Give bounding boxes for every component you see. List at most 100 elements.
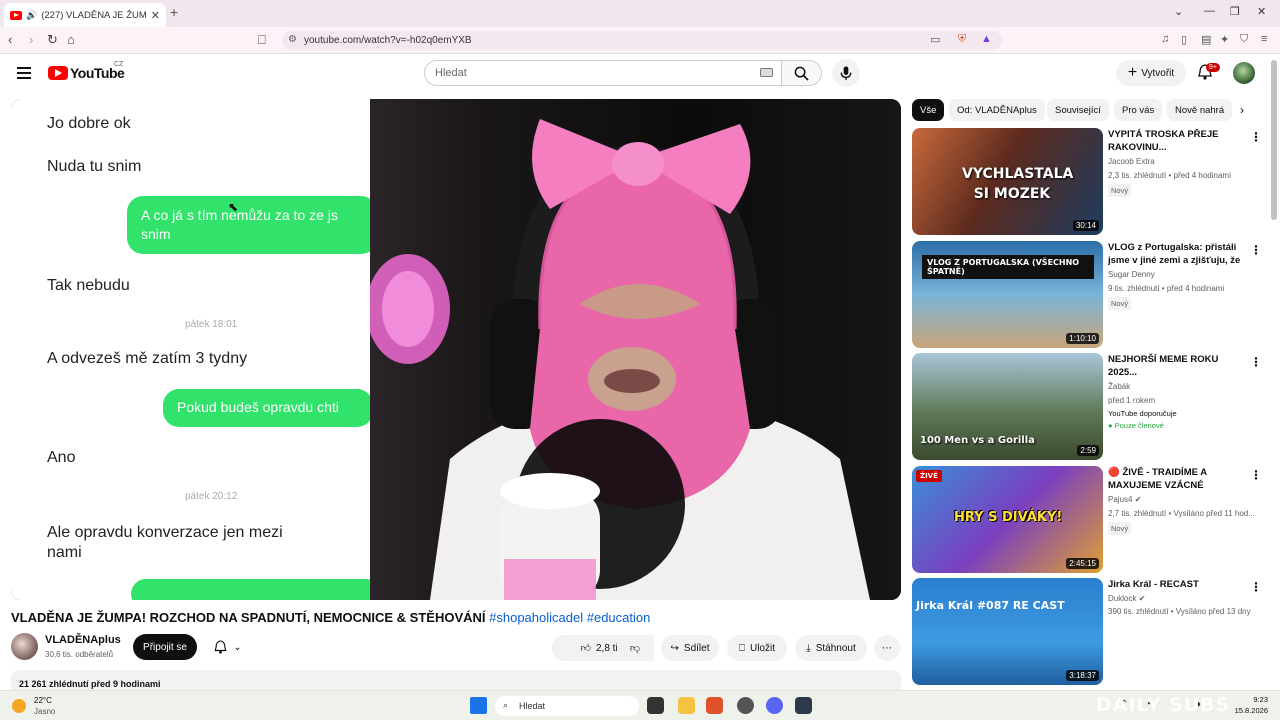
- task-view-icon[interactable]: [647, 697, 664, 714]
- notifications-toggle[interactable]: ⌄: [205, 634, 251, 660]
- channel-name[interactable]: Jacoob Extra: [1108, 157, 1155, 166]
- account-avatar[interactable]: [1233, 62, 1255, 84]
- chip-from-channel[interactable]: Od: VLADĚNAplus: [949, 99, 1045, 121]
- hashtag-link[interactable]: #education: [587, 610, 651, 625]
- forward-button[interactable]: ›: [29, 32, 33, 47]
- browser-tab[interactable]: 🔊 (227) VLADĚNA JE ŽUMPA! RO ✕: [4, 3, 166, 27]
- chip-all[interactable]: Vše: [912, 99, 945, 121]
- members-only-text: Pouze členové: [1114, 421, 1164, 430]
- video-title: VLOG z Portugalska: přistáli jsme v jiné…: [1108, 242, 1241, 266]
- taskbar-search[interactable]: ⌕ Hledat: [495, 696, 639, 716]
- more-actions-button[interactable]: ⋯: [874, 635, 900, 661]
- sidebar-icon[interactable]: ▯: [1181, 33, 1187, 46]
- search-button[interactable]: [782, 60, 822, 86]
- recommendation-item[interactable]: VLOG Z PORTUGALSKA (VŠECHNO ŠPATNĚ) 1:10…: [912, 241, 1262, 348]
- chip-related[interactable]: Související: [1047, 99, 1109, 121]
- create-button[interactable]: + Vytvořit: [1116, 60, 1186, 86]
- more-vert-icon[interactable]: ⋮: [1250, 468, 1262, 482]
- recommendation-item[interactable]: 100 Men vs a Gorilla 2:59 NEJHORŠÍ MEME …: [912, 353, 1262, 460]
- close-tab-icon[interactable]: ✕: [151, 9, 160, 22]
- channel-name[interactable]: VLADĚNAplus: [45, 634, 121, 646]
- stream-watermark: DAILY SUBS: [1096, 694, 1231, 716]
- cast-icon[interactable]: ▭: [930, 33, 940, 46]
- channel-name[interactable]: Duklock ✔: [1108, 594, 1145, 603]
- chat-message: Ale opravdu konverzace jen mezi nami: [47, 524, 283, 561]
- channel-name[interactable]: Sugar Denny: [1108, 270, 1155, 279]
- download-button[interactable]: ⤓ Stáhnout: [795, 635, 867, 661]
- site-info-icon[interactable]: ⚙: [288, 34, 297, 45]
- video-duration: 2:45:15: [1066, 558, 1099, 569]
- chip-recently-uploaded[interactable]: Nově nahrá: [1167, 99, 1233, 121]
- chip-for-you[interactable]: Pro vás: [1114, 99, 1163, 121]
- new-tab-button[interactable]: +: [170, 4, 178, 20]
- recommendation-item[interactable]: ŽIVĚ HRY S DIVÁKY! 2:45:15 🔴 ŽIVĚ - TRAI…: [912, 466, 1262, 573]
- video-meta: před 1 rokem: [1108, 396, 1156, 405]
- discord-icon[interactable]: [766, 697, 783, 714]
- clock[interactable]: 9:23 15.8.2026: [1226, 694, 1268, 716]
- speaker-icon[interactable]: 🔊: [26, 10, 37, 21]
- more-vert-icon[interactable]: ⋮: [1250, 355, 1262, 369]
- youtube-logo[interactable]: YouTube CZ: [48, 61, 125, 81]
- verified-icon: ✔: [1134, 495, 1142, 504]
- app-icon[interactable]: [737, 697, 754, 714]
- search-icon: [794, 66, 809, 81]
- home-icon[interactable]: ⌂: [67, 32, 75, 47]
- share-icon: ↪: [670, 642, 679, 654]
- verified-icon: ✔: [1138, 594, 1146, 603]
- bookmark-icon[interactable]: ⎕: [258, 32, 266, 48]
- hashtag-link[interactable]: #shopaholicadel: [489, 610, 583, 625]
- brave-shield-icon[interactable]: ⛨: [958, 33, 966, 46]
- recommended-label: YouTube doporučuje: [1108, 409, 1177, 418]
- video-thumbnail[interactable]: ŽIVĚ HRY S DIVÁKY! 2:45:15: [912, 466, 1103, 573]
- keyboard-icon[interactable]: [760, 68, 773, 77]
- maximize-button[interactable]: ❐: [1230, 5, 1240, 18]
- video-thumbnail[interactable]: VYCHLASTALA SI MOZEK 30:14: [912, 128, 1103, 235]
- channel-name[interactable]: Pajus4 ✔: [1108, 495, 1141, 504]
- url-field[interactable]: ⚙ youtube.com/watch?v=-h02q0emYXB: [282, 31, 1002, 50]
- reload-button[interactable]: ↻: [47, 32, 58, 48]
- recommendation-item[interactable]: VYCHLASTALA SI MOZEK 30:14 VYPITÁ TROSKA…: [912, 128, 1262, 235]
- share-button[interactable]: ↪ Sdílet: [661, 635, 719, 661]
- save-button[interactable]: ⎕ Uložit: [727, 635, 787, 661]
- guide-menu-icon[interactable]: [17, 67, 31, 82]
- search-input[interactable]: Hledat: [424, 60, 782, 86]
- minimize-button[interactable]: —: [1204, 5, 1215, 17]
- windows-taskbar: 22°C Jasno ⌕ Hledat ⌃ ◔ ◗ 9:23 15.8.2026: [0, 690, 1280, 720]
- vpn-icon[interactable]: ⛉: [1240, 33, 1248, 46]
- file-explorer-icon[interactable]: [678, 697, 695, 714]
- video-title: NEJHORŠÍ MEME ROKU 2025...: [1108, 354, 1219, 378]
- join-button[interactable]: Připojit se: [133, 634, 197, 660]
- brave-browser-icon[interactable]: [706, 697, 723, 714]
- browser-tab-strip: 🔊 (227) VLADĚNA JE ŽUMPA! RO ✕ + ⌄ — ❐ ✕: [0, 0, 1280, 27]
- bell-icon: [214, 640, 227, 654]
- chevron-right-icon[interactable]: ›: [1240, 103, 1244, 117]
- channel-avatar[interactable]: [11, 633, 38, 660]
- more-vert-icon[interactable]: ⋮: [1250, 243, 1262, 257]
- more-vert-icon[interactable]: ⋮: [1250, 580, 1262, 594]
- rewards-icon[interactable]: ▲: [981, 33, 992, 45]
- close-window-button[interactable]: ✕: [1257, 5, 1266, 18]
- dislike-button[interactable]: 👎︎: [617, 635, 653, 661]
- video-thumbnail[interactable]: Jirka Král #087 RE CAST 3:18:37: [912, 578, 1103, 685]
- members-only-label: ● Pouze členové: [1108, 421, 1164, 430]
- chat-message: Nuda tu snim: [47, 158, 142, 175]
- media-icon[interactable]: ♫: [1161, 33, 1169, 45]
- video-player[interactable]: Jo dobre ok Nuda tu snim A co já s tím n…: [11, 99, 901, 600]
- leo-ai-icon[interactable]: ✦: [1220, 33, 1229, 46]
- video-thumbnail[interactable]: 100 Men vs a Gorilla 2:59: [912, 353, 1103, 460]
- voice-search-button[interactable]: [832, 59, 860, 87]
- video-thumbnail[interactable]: VLOG Z PORTUGALSKA (VŠECHNO ŠPATNĚ) 1:10…: [912, 241, 1103, 348]
- tab-list-chevron-icon[interactable]: ⌄: [1174, 5, 1183, 18]
- youtube-play-icon: [48, 66, 68, 80]
- url-text: youtube.com/watch?v=-h02q0emYXB: [304, 35, 472, 46]
- more-vert-icon[interactable]: ⋮: [1250, 130, 1262, 144]
- menu-icon[interactable]: ≡: [1261, 33, 1267, 45]
- app-icon[interactable]: [795, 697, 812, 714]
- start-button[interactable]: [470, 697, 487, 714]
- page-scrollbar[interactable]: [1271, 60, 1277, 220]
- wallet-icon[interactable]: ▤: [1201, 33, 1211, 46]
- back-button[interactable]: ‹: [8, 32, 12, 47]
- recommendation-item[interactable]: Jirka Král #087 RE CAST 3:18:37 Jirka Kr…: [912, 578, 1262, 685]
- channel-name[interactable]: Žabák: [1108, 382, 1130, 391]
- mouse-cursor-icon: ⬉: [228, 200, 239, 214]
